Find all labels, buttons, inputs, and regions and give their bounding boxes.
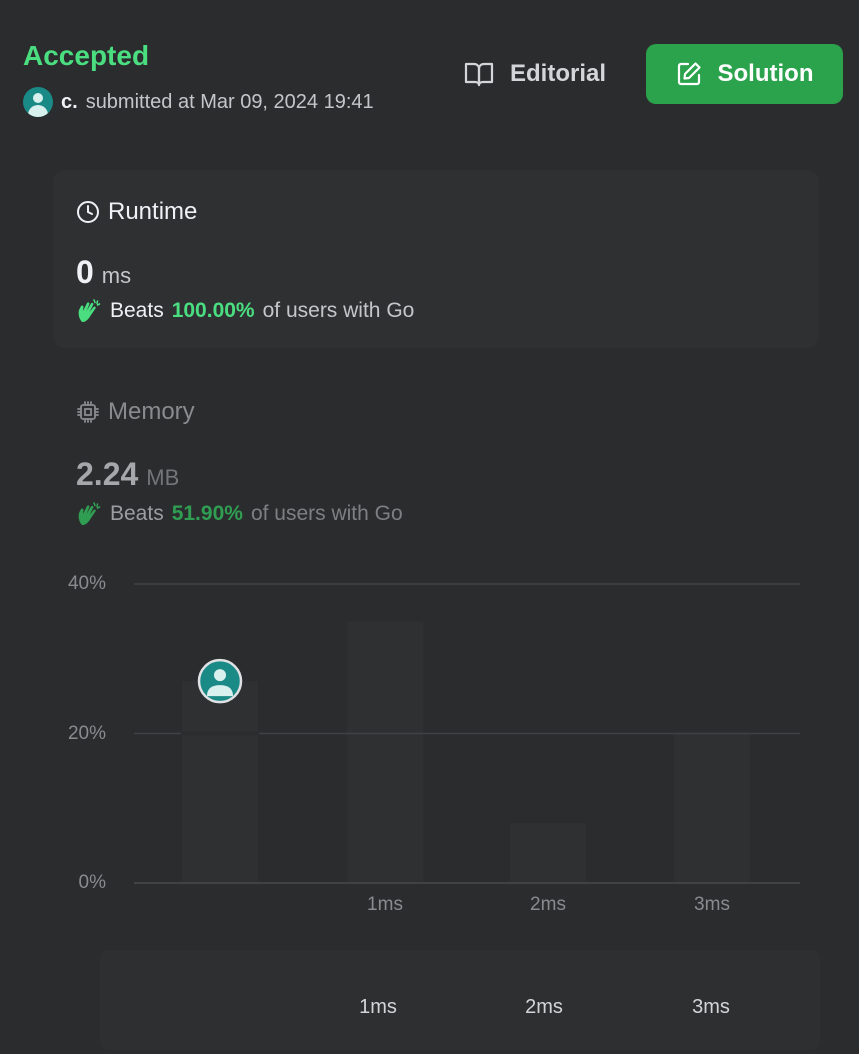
navigator-tick-label: 3ms xyxy=(692,996,730,1018)
submitter-line: c. submitted at Mar 09, 2024 19:41 xyxy=(23,86,374,118)
memory-title-text: Memory xyxy=(108,398,195,425)
navigator-tick-label: 2ms xyxy=(525,996,563,1018)
runtime-unit: ms xyxy=(101,263,132,288)
editorial-button[interactable]: Editorial xyxy=(445,44,625,104)
solution-button[interactable]: Solution xyxy=(646,44,843,104)
memory-title: Memory xyxy=(76,398,195,426)
submitted-time: submitted at Mar 09, 2024 19:41 xyxy=(85,90,374,113)
runtime-distribution-chart: 0% 20% 40% 1ms 2ms 3ms xyxy=(0,560,859,940)
submitter-name[interactable]: c. xyxy=(61,91,78,114)
beats-description: of users with Go xyxy=(262,299,415,322)
clap-icon xyxy=(78,299,101,323)
chart-bar-2ms[interactable] xyxy=(510,823,586,883)
beats-label: Beats xyxy=(110,502,164,525)
memory-beats: Beats 51.90% of users with Go xyxy=(76,501,403,527)
navigator-tick-label: 1ms xyxy=(359,996,397,1018)
runtime-card[interactable]: Runtime 0 ms Beats 100.00% of users with… xyxy=(53,170,819,348)
y-tick-label: 0% xyxy=(78,872,106,893)
x-tick-label: 2ms xyxy=(530,894,566,915)
user-marker-avatar[interactable] xyxy=(197,658,243,704)
chip-icon xyxy=(77,401,99,423)
chart-bar-0ms[interactable] xyxy=(182,681,258,883)
chart-bar-3ms[interactable] xyxy=(674,733,750,884)
runtime-value: 0 ms xyxy=(76,254,131,291)
x-tick-label: 3ms xyxy=(694,894,730,915)
edit-icon xyxy=(677,62,701,86)
clock-icon xyxy=(77,201,99,223)
y-tick-label: 20% xyxy=(67,722,106,744)
beats-percentage: 100.00% xyxy=(171,299,255,322)
memory-value: 2.24 MB xyxy=(76,456,179,493)
user-avatar[interactable] xyxy=(23,87,53,117)
submission-status: Accepted xyxy=(23,40,150,71)
solution-label: Solution xyxy=(717,60,814,87)
beats-label: Beats xyxy=(110,299,164,322)
editorial-label: Editorial xyxy=(509,60,606,87)
memory-number: 2.24 xyxy=(76,456,139,492)
memory-unit: MB xyxy=(146,465,180,490)
x-tick-label: 1ms xyxy=(367,894,403,915)
memory-card[interactable]: Memory 2.24 MB Beats 51.90% of users wit… xyxy=(53,380,819,540)
runtime-title-text: Runtime xyxy=(108,198,198,225)
runtime-title: Runtime xyxy=(76,198,197,226)
clap-icon xyxy=(78,502,101,526)
beats-description: of users with Go xyxy=(250,502,403,525)
y-tick-label: 40% xyxy=(67,573,106,594)
book-open-icon xyxy=(464,62,494,87)
chart-bar-1ms[interactable] xyxy=(347,621,423,883)
runtime-beats: Beats 100.00% of users with Go xyxy=(76,298,414,324)
beats-percentage: 51.90% xyxy=(171,502,243,525)
runtime-number: 0 xyxy=(76,254,94,290)
chart-plot xyxy=(134,583,800,884)
